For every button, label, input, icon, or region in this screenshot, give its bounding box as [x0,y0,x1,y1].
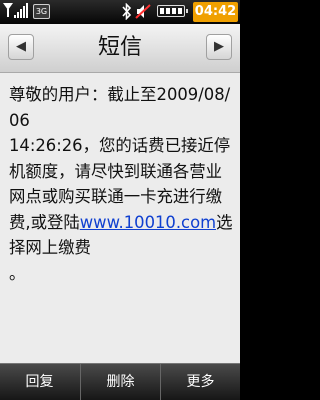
message-text: 尊敬的用户：截止至2009/08/06 14:26:26，您的话费已接近停机额度，… [9,82,235,286]
signal-icon [3,3,29,20]
delete-button[interactable]: 删除 [80,364,161,400]
title-bar: ◀ 短信 ▶ [0,24,240,73]
chevron-right-icon: ▶ [214,39,224,54]
message-line: 或购买联通一卡充进 [41,187,190,206]
clock: 04:42 [193,2,238,22]
page-title: 短信 [97,35,142,60]
battery-icon [157,5,188,17]
more-button[interactable]: 更多 [161,364,240,400]
message-body: 尊敬的用户：截止至2009/08/06 14:26:26，您的话费已接近停机额度，… [0,73,240,363]
vibrate-silent-icon [135,3,151,20]
network-3g-icon: 3G [33,4,50,19]
reply-button[interactable]: 回复 [0,364,79,400]
url-link-continued[interactable]: 010.com [145,213,217,232]
phone-screen: 3G 04:42 ◀ 短信 ▶ 尊敬的用户：截止至2009/08/06 14:26… [0,0,240,400]
url-link[interactable]: www.10 [80,213,145,232]
previous-message-button[interactable]: ◀ [8,34,34,60]
next-message-button[interactable]: ▶ [206,34,232,60]
bluetooth-icon [120,2,133,21]
status-bar: 3G 04:42 [0,0,240,24]
message-line: 。 [9,263,26,283]
message-line: 14:26:26，您的话费已 [9,136,181,155]
chevron-left-icon: ◀ [16,39,26,54]
softkey-bar: 回复 删除 更多 [0,363,240,400]
message-line: 尊敬的用户：截止至2 [9,85,167,104]
